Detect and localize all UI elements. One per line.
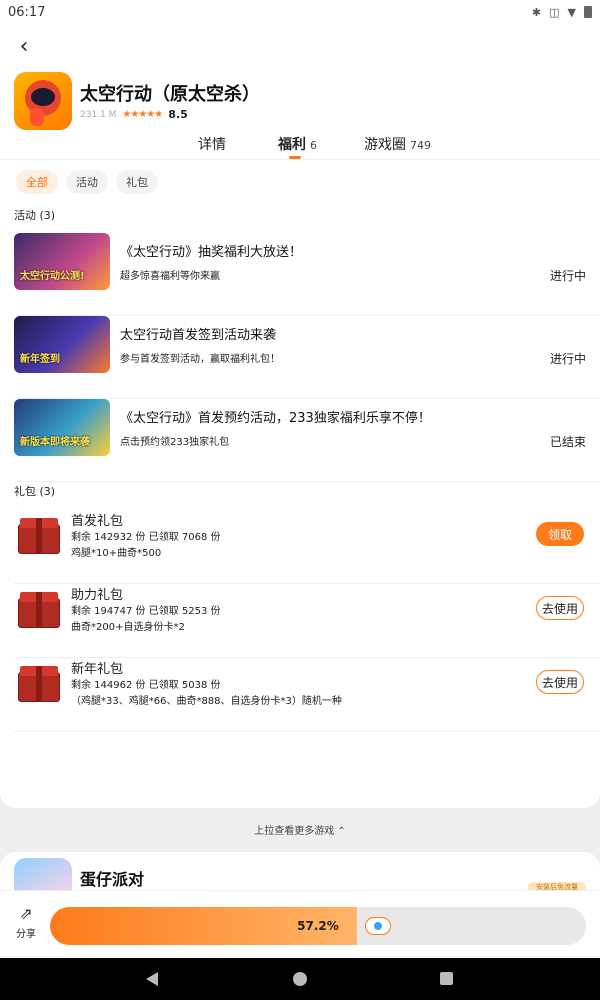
next-game-title: 蛋仔派对 (80, 870, 145, 889)
main-card: ‹ 太空行动（原太空杀） 231.1 M ★★★★★ 8.5 详情 福利 6 游… (0, 24, 600, 808)
app-size: 231.1 M (80, 109, 117, 120)
vibrate-icon: ◫ (549, 5, 560, 19)
thumbnail-text: 太空行动公测! (20, 271, 85, 282)
activity-title: 《太空行动》首发预约活动，233独家福利乐享不停！ (120, 411, 431, 426)
chevron-left-icon: ‹ (19, 33, 29, 59)
gifts-section-title: 礼包 (3) (14, 485, 56, 498)
nav-recents-icon[interactable] (440, 972, 453, 985)
gift-stock: 剩余 144962 份 已领取 5038 份 (71, 680, 221, 691)
gift-contents: 曲奇*200+自选身份卡*2 (71, 622, 185, 633)
back-button[interactable]: ‹ (12, 33, 36, 59)
tab-label: 福利 (278, 137, 306, 153)
gift-box-icon (18, 592, 60, 628)
gift-stock: 剩余 194747 份 已领取 5253 份 (71, 606, 221, 617)
tab-game-circle[interactable]: 游戏圈 749 (364, 134, 431, 154)
wifi-icon: ▼ (567, 5, 576, 19)
system-nav-bar (0, 958, 600, 1000)
rating-stars-icon: ★★★★★ (122, 109, 163, 120)
activity-status: 已结束 (549, 435, 586, 449)
app-meta: 231.1 M ★★★★★ 8.5 (80, 108, 188, 121)
share-button[interactable]: ⇗ 分享 (12, 904, 40, 941)
gift-name: 首发礼包 (71, 514, 124, 529)
gift-row: 首发礼包 剩余 142932 份 已领取 7068 份 鸡腿*10+曲奇*500… (14, 510, 600, 584)
tab-details[interactable]: 详情 (198, 134, 226, 154)
gift-box-icon (18, 518, 60, 554)
activity-thumbnail: 太空行动公测! (14, 233, 110, 290)
thumbnail-text: 新版本即将来袭 (20, 437, 90, 448)
activity-status: 进行中 (549, 269, 586, 283)
claim-button[interactable]: 领取 (536, 522, 584, 546)
rating-score: 8.5 (168, 108, 188, 121)
battery-icon (584, 6, 592, 18)
activity-title: 太空行动首发签到活动来袭 (120, 328, 277, 343)
tab-count: 6 (310, 139, 317, 152)
thumbnail-text: 新年签到 (20, 354, 60, 365)
nav-home-icon[interactable] (293, 972, 307, 986)
gift-row: 助力礼包 剩余 194747 份 已领取 5253 份 曲奇*200+自选身份卡… (14, 584, 600, 658)
download-progress-button[interactable]: 57.2% (50, 907, 586, 945)
gift-box-icon (18, 666, 60, 702)
more-games-hint[interactable]: 上拉查看更多游戏 ⌃ (0, 822, 600, 837)
activity-thumbnail: 新版本即将来袭 (14, 399, 110, 456)
tab-label: 详情 (198, 137, 226, 153)
bottom-bar: ⇗ 分享 57.2% (0, 890, 600, 958)
tab-label: 游戏圈 (364, 137, 406, 153)
use-button[interactable]: 去使用 (536, 670, 584, 694)
activity-subtitle: 超多惊喜福利等你来赢 (120, 271, 220, 282)
gift-row: 新年礼包 剩余 144962 份 已领取 5038 份 （鸡腿*33、鸡腿*66… (14, 658, 600, 732)
activity-row[interactable]: 太空行动公测! 《太空行动》抽奖福利大放送！ 超多惊喜福利等你来赢 进行中 (14, 233, 600, 316)
tab-count: 749 (410, 139, 431, 152)
activity-status: 进行中 (549, 352, 586, 366)
divider (0, 159, 600, 160)
app-icon (14, 72, 72, 130)
progress-text: 57.2% (297, 919, 339, 933)
gift-name: 助力礼包 (71, 588, 124, 603)
activity-thumbnail: 新年签到 (14, 316, 110, 373)
tab-welfare[interactable]: 福利 6 (278, 134, 317, 154)
gift-contents: （鸡腿*33、鸡腿*66、曲奇*888、自选身份卡*3）随机一种 (71, 696, 342, 707)
activity-row[interactable]: 新年签到 太空行动首发签到活动来袭 参与首发签到活动，赢取福利礼包！ 进行中 (14, 316, 600, 399)
tab-bar: 详情 福利 6 游戏圈 749 (0, 134, 600, 160)
filter-chip-gift[interactable]: 礼包 (116, 170, 158, 194)
status-icons: ✱ ◫ ▼ (532, 6, 592, 19)
share-label: 分享 (16, 929, 36, 940)
activity-subtitle: 参与首发签到活动，赢取福利礼包！ (120, 354, 280, 365)
activity-row[interactable]: 新版本即将来袭 《太空行动》首发预约活动，233独家福利乐享不停！ 点击预约领2… (14, 399, 600, 482)
bluetooth-icon: ✱ (531, 5, 542, 19)
share-icon: ⇗ (19, 904, 33, 923)
activities-section-title: 活动 (3) (14, 209, 56, 222)
status-bar: 06:17 ✱ ◫ ▼ (0, 0, 600, 24)
filter-chip-activity[interactable]: 活动 (66, 170, 108, 194)
gift-stock: 剩余 142932 份 已领取 7068 份 (71, 532, 221, 543)
status-time: 06:17 (8, 4, 46, 20)
filter-chips: 全部 活动 礼包 (16, 170, 158, 194)
use-button[interactable]: 去使用 (536, 596, 584, 620)
activity-subtitle: 点击预约领233独家礼包 (120, 437, 230, 448)
nav-back-icon[interactable] (146, 972, 158, 986)
gift-contents: 鸡腿*10+曲奇*500 (71, 548, 162, 559)
gift-name: 新年礼包 (71, 662, 124, 677)
app-title: 太空行动（原太空杀） (80, 84, 260, 105)
filter-chip-all[interactable]: 全部 (16, 170, 58, 194)
activity-title: 《太空行动》抽奖福利大放送！ (120, 245, 303, 260)
